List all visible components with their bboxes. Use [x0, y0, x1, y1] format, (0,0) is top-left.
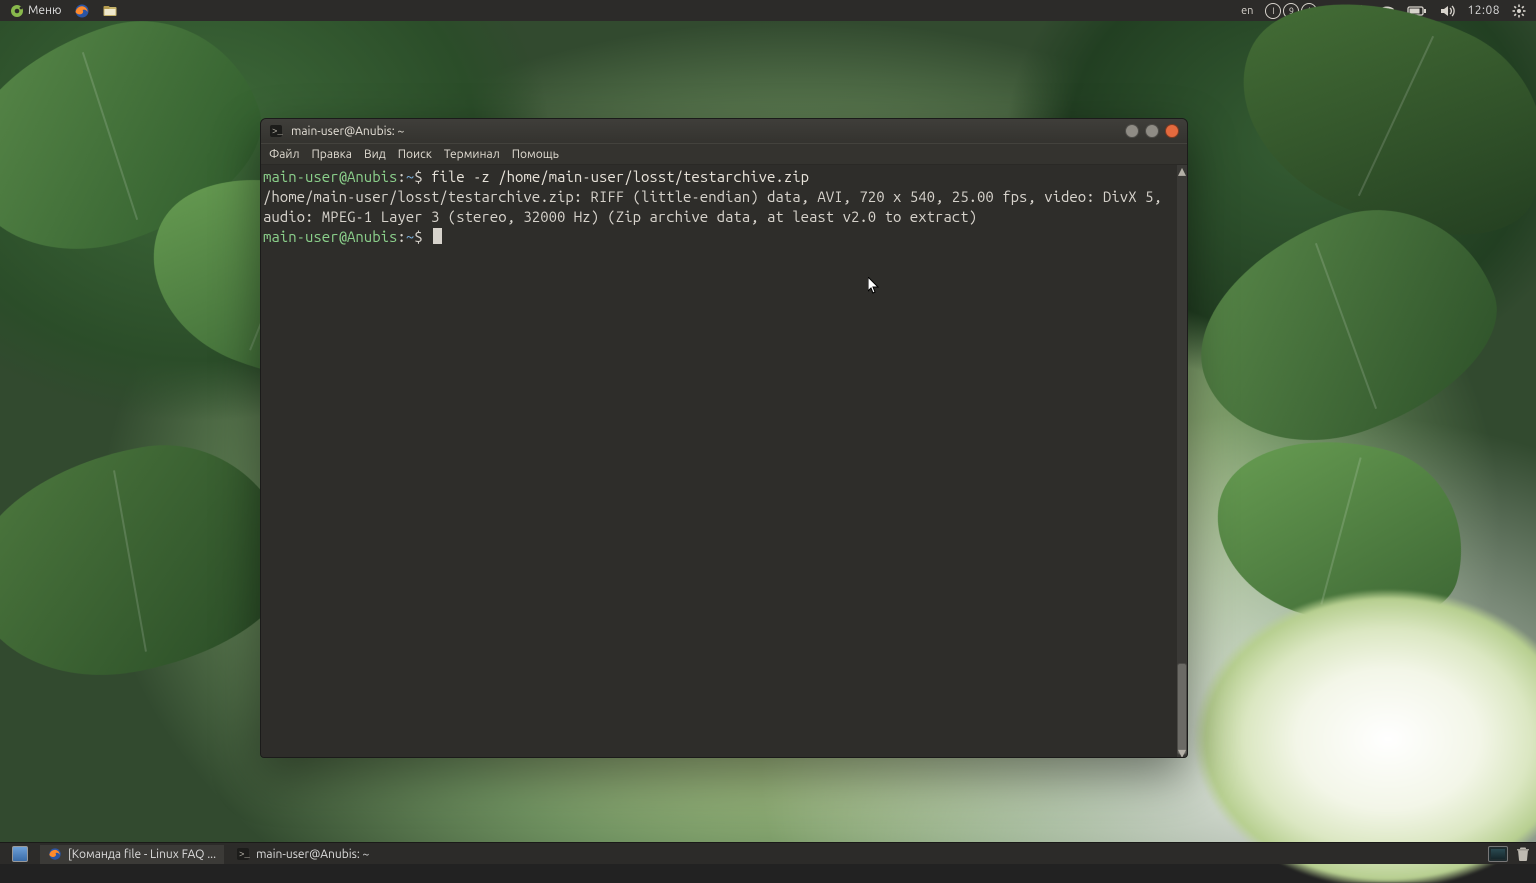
terminal-content[interactable]: main-user@Anubis:~$ file -z /home/main-u… — [261, 165, 1177, 757]
clock-label: 12:08 — [1467, 4, 1500, 17]
terminal-cursor — [433, 228, 442, 244]
clock[interactable]: 12:08 — [1465, 0, 1502, 21]
show-desktop-icon — [12, 846, 28, 862]
scrollbar-thumb[interactable] — [1177, 663, 1187, 755]
terminal-window[interactable]: >_ main-user@Anubis: ~ Файл Правка Вид П… — [260, 118, 1188, 758]
menu-terminal[interactable]: Терминал — [444, 148, 500, 161]
svg-text:>_: >_ — [239, 850, 250, 860]
window-title: main-user@Anubis: ~ — [291, 125, 1117, 138]
window-controls — [1125, 124, 1179, 138]
prompt-symbol: $ — [414, 168, 422, 185]
distro-icon — [10, 4, 24, 18]
scrollbar-up-icon[interactable]: ▴ — [1177, 165, 1187, 175]
menu-help[interactable]: Помощь — [512, 148, 559, 161]
launcher-firefox[interactable] — [72, 0, 92, 21]
bottom-panel: [Команда file - Linux FAQ ... >_ main-us… — [0, 843, 1536, 864]
prompt-user-host: main-user@Anubis — [263, 228, 397, 245]
volume-icon[interactable] — [1437, 0, 1457, 21]
scrollbar-down-icon[interactable]: ▾ — [1177, 747, 1187, 757]
firefox-icon — [74, 3, 90, 19]
taskbar-item-terminal[interactable]: >_ main-user@Anubis: ~ — [228, 845, 377, 864]
maximize-button[interactable] — [1145, 124, 1159, 138]
prompt-path: ~ — [406, 228, 414, 245]
terminal-window-icon: >_ — [269, 124, 283, 138]
menu-edit[interactable]: Правка — [312, 148, 352, 161]
terminal-menubar: Файл Правка Вид Поиск Терминал Помощь — [261, 143, 1187, 165]
firefox-icon — [48, 847, 62, 861]
prompt-path: ~ — [406, 168, 414, 185]
prompt-sep: : — [397, 168, 405, 185]
terminal-command: file -z /home/main-user/losst/testarchiv… — [431, 168, 809, 185]
taskbar-item-label: main-user@Anubis: ~ — [256, 848, 369, 861]
keyboard-layout-label: en — [1241, 5, 1253, 17]
menu-search[interactable]: Поиск — [398, 148, 432, 161]
menu-view[interactable]: Вид — [364, 148, 386, 161]
window-titlebar[interactable]: >_ main-user@Anubis: ~ — [261, 119, 1187, 143]
menu-file[interactable]: Файл — [269, 148, 300, 161]
terminal-output: /home/main-user/losst/testarchive.zip: R… — [263, 188, 1170, 225]
show-desktop-button[interactable] — [4, 843, 36, 864]
prompt-sep: : — [397, 228, 405, 245]
terminal-scrollbar[interactable]: ▴ ▾ — [1177, 165, 1187, 757]
launcher-files[interactable] — [100, 0, 120, 21]
keyboard-layout-indicator[interactable]: en — [1239, 0, 1255, 21]
svg-text:>_: >_ — [272, 127, 283, 137]
prompt-symbol: $ — [414, 228, 422, 245]
trash-icon[interactable] — [1516, 846, 1530, 862]
settings-gear-icon[interactable] — [1510, 0, 1528, 21]
files-icon — [102, 3, 118, 19]
tray-workspace-icon[interactable] — [1488, 846, 1508, 862]
taskbar-item-label: [Команда file - Linux FAQ ... — [68, 848, 216, 861]
terminal-icon: >_ — [236, 847, 250, 861]
indicator-circle-1[interactable]: I — [1265, 3, 1281, 19]
prompt-user-host: main-user@Anubis — [263, 168, 397, 185]
menu-button[interactable]: Меню — [8, 0, 64, 21]
minimize-button[interactable] — [1125, 124, 1139, 138]
close-button[interactable] — [1165, 124, 1179, 138]
taskbar-item-firefox[interactable]: [Команда file - Linux FAQ ... — [40, 845, 224, 864]
menu-label: Меню — [28, 4, 62, 17]
